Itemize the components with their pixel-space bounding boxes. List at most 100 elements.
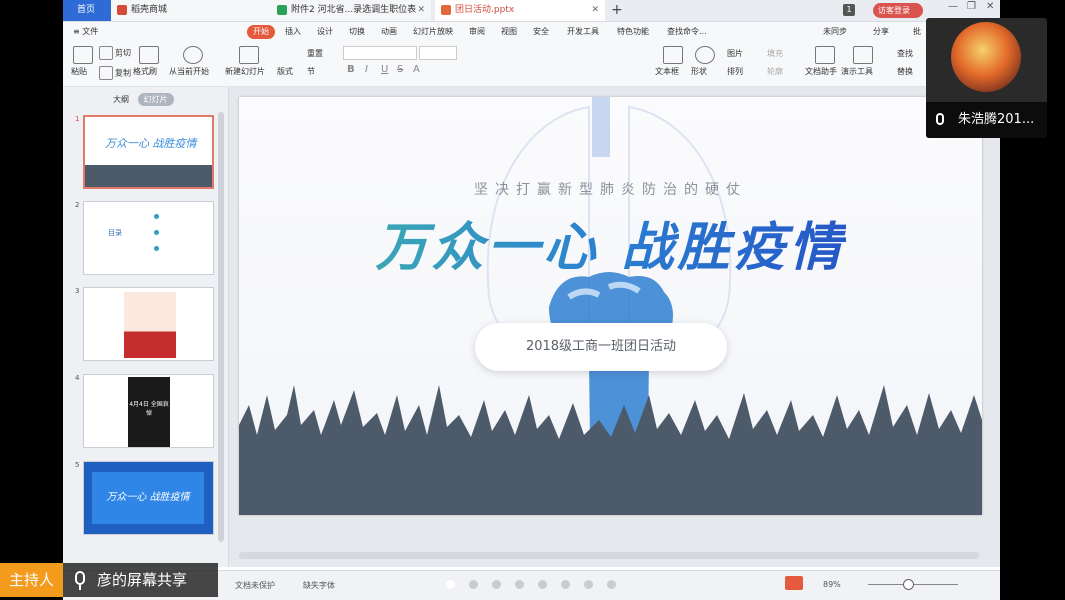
zoom-slider-handle[interactable]	[903, 579, 914, 590]
slide-thumb-5[interactable]: 5 万众一心 战胜疫情	[69, 461, 224, 539]
present-tools-button[interactable]: 演示工具	[841, 66, 873, 77]
font-family-select[interactable]	[343, 46, 417, 60]
close-icon[interactable]: ✕	[591, 0, 599, 21]
comment-button[interactable]: 批	[913, 25, 921, 39]
menu-home[interactable]: 开始	[247, 25, 275, 39]
missing-font-status[interactable]: 缺失字体	[303, 580, 335, 591]
paste-icon[interactable]	[73, 46, 93, 64]
menu-file[interactable]: ≡ 文件	[73, 25, 98, 39]
slide-thumb-3[interactable]: 3	[69, 287, 224, 365]
picture-button[interactable]: 图片	[727, 48, 743, 59]
doc-helper-button[interactable]: 文档助手	[805, 66, 837, 77]
tab-spreadsheet[interactable]: 附件2 河北省...录选调生职位表 ✕	[271, 0, 431, 21]
copy-button[interactable]: 复制	[99, 66, 131, 80]
outline-button[interactable]: 轮廓	[767, 66, 783, 77]
new-tab-button[interactable]: +	[611, 0, 623, 20]
pager-dot[interactable]	[561, 580, 570, 589]
class-label-pill: 2018级工商一班团日活动	[475, 323, 727, 371]
thumb-poster	[124, 292, 176, 358]
cut-button[interactable]: 剪切	[99, 46, 131, 60]
format-painter-button[interactable]: 格式刷	[133, 66, 157, 77]
font-size-select[interactable]	[419, 46, 457, 60]
menu-animation[interactable]: 动画	[381, 25, 397, 39]
doc-protect-status[interactable]: 文档未保护	[235, 580, 275, 591]
menu-security[interactable]: 安全	[533, 25, 549, 39]
new-slide-button[interactable]: 新建幻灯片	[225, 66, 265, 77]
menu-review[interactable]: 审阅	[469, 25, 485, 39]
format-painter-icon[interactable]	[139, 46, 159, 64]
maximize-icon[interactable]: ❐	[967, 1, 976, 12]
tab-slides[interactable]: 幻灯片	[137, 93, 174, 106]
reset-button[interactable]: 重置	[307, 48, 323, 59]
arrange-button[interactable]: 排列	[727, 66, 743, 77]
underline-icon[interactable]: U	[381, 64, 388, 75]
pager-dot[interactable]	[469, 580, 478, 589]
present-tools-icon[interactable]	[853, 46, 873, 64]
doc-helper-icon[interactable]	[815, 46, 835, 64]
shape-button[interactable]: 形状	[691, 66, 707, 77]
slide-thumb-2[interactable]: 2 目录	[69, 201, 224, 279]
thumb-scrollbar[interactable]	[218, 112, 224, 542]
tab-outline[interactable]: 大纲	[113, 95, 129, 104]
menu-developer[interactable]: 开发工具	[567, 25, 599, 39]
slide-thumb-4[interactable]: 4 4月4日 全国哀悼	[69, 374, 224, 452]
spreadsheet-icon	[277, 5, 287, 15]
microphone-icon	[75, 571, 85, 585]
tab-presentation[interactable]: 团日活动.pptx ✕	[435, 0, 605, 21]
current-slide[interactable]: 坚决打赢新型肺炎防治的硬仗 万众一心 战胜疫情 2018级工商一班团日活动	[239, 97, 982, 515]
menu-view[interactable]: 视图	[501, 25, 517, 39]
shape-icon[interactable]	[695, 46, 715, 64]
thumb-preview[interactable]: 万众一心 战胜疫情	[83, 115, 214, 189]
fill-button[interactable]: 填充	[767, 48, 783, 59]
textbox-button[interactable]: 文本框	[655, 66, 679, 77]
slide-thumb-1[interactable]: 1 万众一心 战胜疫情	[69, 115, 224, 193]
textbox-icon[interactable]	[663, 46, 683, 64]
docer-icon	[117, 5, 127, 15]
bold-icon[interactable]: B	[347, 64, 355, 75]
section-button[interactable]: 节	[307, 66, 315, 77]
find-button[interactable]: 查找	[897, 48, 913, 59]
menu-design[interactable]: 设计	[317, 25, 333, 39]
paste-button[interactable]: 粘贴	[71, 66, 87, 77]
thumb-preview[interactable]: 4月4日 全国哀悼	[83, 374, 214, 448]
menu-slideshow[interactable]: 幻灯片放映	[413, 25, 453, 39]
layout-button[interactable]: 版式	[277, 66, 293, 77]
close-window-icon[interactable]: ✕	[986, 1, 994, 12]
zoom-level[interactable]: 89%	[823, 580, 841, 589]
thumb-preview[interactable]: 目录	[83, 201, 214, 275]
play-slideshow-icon[interactable]	[785, 576, 803, 590]
pager-dot[interactable]	[538, 580, 547, 589]
menu-special[interactable]: 特色功能	[617, 25, 649, 39]
italic-icon[interactable]: I	[365, 64, 368, 75]
pager-dot[interactable]	[515, 580, 524, 589]
command-search[interactable]: 查找命令...	[667, 25, 707, 39]
thumb-preview[interactable]: 万众一心 战胜疫情	[83, 461, 214, 535]
slide-subtitle: 坚决打赢新型肺炎防治的硬仗	[474, 182, 747, 198]
pager-dot[interactable]	[584, 580, 593, 589]
pager-dot[interactable]	[446, 580, 455, 589]
participant-name: 朱浩腾201...	[958, 112, 1035, 127]
menu-transition[interactable]: 切换	[349, 25, 365, 39]
pager-dot[interactable]	[492, 580, 501, 589]
replace-button[interactable]: 替换	[897, 66, 913, 77]
minimize-icon[interactable]: —	[948, 1, 958, 12]
thumb-preview[interactable]	[83, 287, 214, 361]
page-badge: 1	[843, 4, 855, 16]
tab-docer-store[interactable]: 稻壳商城	[111, 0, 271, 21]
from-current-button[interactable]: 从当前开始	[169, 66, 209, 77]
font-color-icon[interactable]: A	[413, 64, 420, 75]
strikethrough-icon[interactable]: S	[397, 64, 403, 75]
horizontal-scrollbar[interactable]	[239, 552, 979, 559]
tab-home[interactable]: 首页	[63, 0, 111, 21]
play-icon[interactable]	[183, 46, 203, 64]
menu-insert[interactable]: 插入	[285, 25, 301, 39]
visitor-login-button[interactable]: 访客登录	[873, 3, 923, 18]
bullet-icon	[154, 214, 159, 219]
close-icon[interactable]: ✕	[417, 0, 425, 21]
participant-video-tile[interactable]: 朱浩腾201...	[926, 18, 1047, 138]
sync-status[interactable]: 未同步	[823, 25, 847, 39]
new-slide-icon[interactable]	[239, 46, 259, 64]
pager-dot[interactable]	[607, 580, 616, 589]
share-button[interactable]: 分享	[873, 25, 889, 39]
tab-label: 稻壳商城	[131, 5, 168, 15]
